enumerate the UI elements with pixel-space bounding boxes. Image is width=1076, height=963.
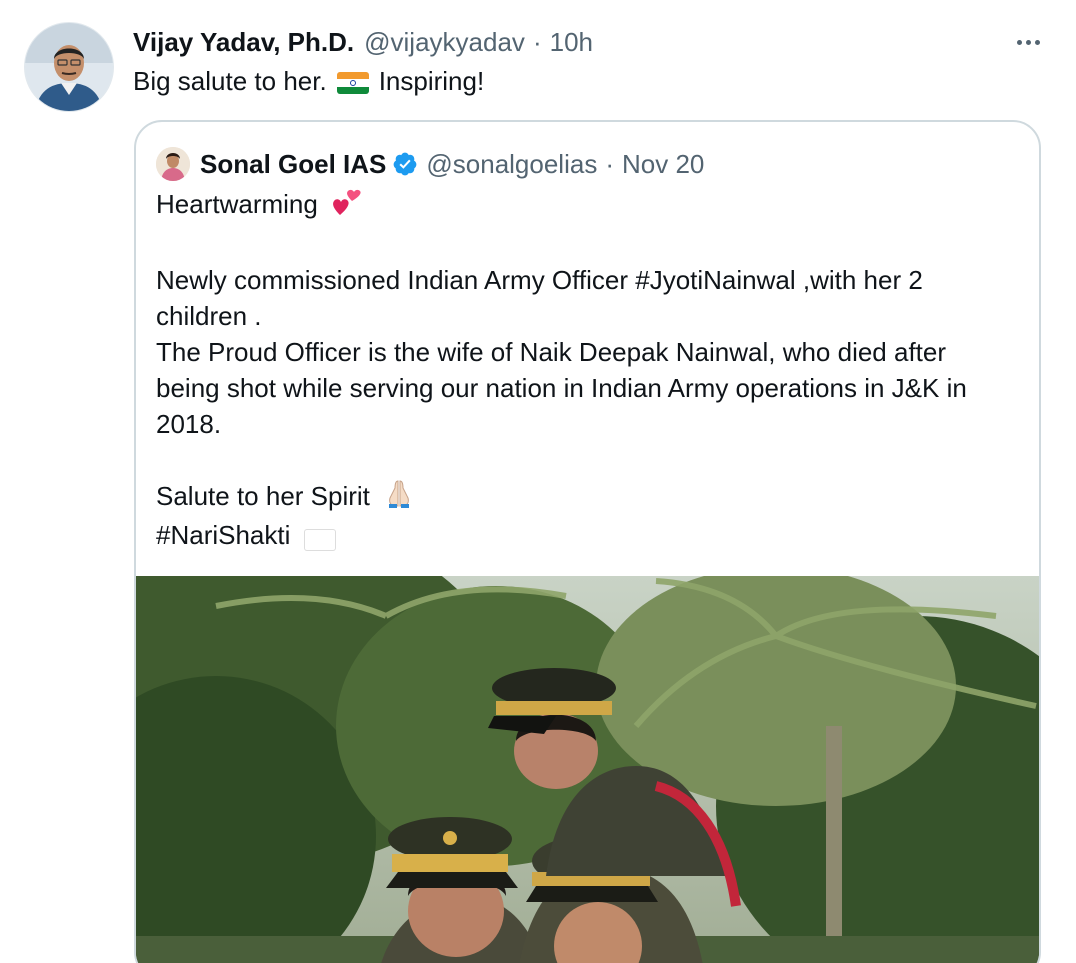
two-hearts-icon (331, 187, 363, 226)
separator-dot: · (532, 26, 542, 57)
quoted-author-avatar (156, 147, 190, 181)
quoted-tweet-text: Heartwarming Newly commissioned Indian A… (156, 186, 1016, 555)
tweet-text: Big salute to her. Inspiring! (133, 64, 485, 98)
more-options-button[interactable] (1008, 28, 1048, 56)
quoted-author-name[interactable]: Sonal Goel IAS (200, 149, 386, 180)
verified-badge-icon (392, 151, 418, 177)
india-flag-icon (304, 519, 336, 555)
quoted-author-handle[interactable]: @sonalgoelias (426, 149, 597, 180)
folded-hands-icon (383, 478, 415, 517)
tweet-timestamp[interactable]: 10h (550, 27, 593, 58)
quoted-text-line: The Proud Officer is the wife of Naik De… (156, 336, 947, 367)
quoted-tweet-header: Sonal Goel IAS @sonalgoelias · Nov 20 (156, 146, 704, 182)
quoted-tweet[interactable]: Sonal Goel IAS @sonalgoelias · Nov 20 He… (134, 120, 1041, 963)
quoted-text-line: being shot while serving our nation in I… (156, 372, 967, 403)
tweet-photo[interactable] (136, 576, 1039, 963)
tweet[interactable]: Vijay Yadav, Ph.D. @vijaykyadav · 10h Bi… (0, 0, 1076, 963)
author-handle[interactable]: @vijaykyadav (364, 27, 525, 58)
quoted-text-line: 2018. (156, 408, 222, 439)
quoted-text-line: Newly commissioned Indian Army Officer #… (156, 264, 923, 295)
author-avatar[interactable] (24, 22, 114, 112)
more-options-icon (1016, 39, 1022, 45)
user-avatar-icon (25, 23, 113, 111)
india-flag-icon (336, 64, 369, 98)
quoted-text-line: children . (156, 300, 262, 331)
tweet-photo-image (136, 576, 1039, 963)
author-name[interactable]: Vijay Yadav, Ph.D. (133, 27, 354, 58)
tweet-header: Vijay Yadav, Ph.D. @vijaykyadav · 10h (133, 24, 593, 60)
quoted-tweet-date[interactable]: Nov 20 (622, 149, 704, 180)
separator-dot: · (605, 148, 614, 179)
